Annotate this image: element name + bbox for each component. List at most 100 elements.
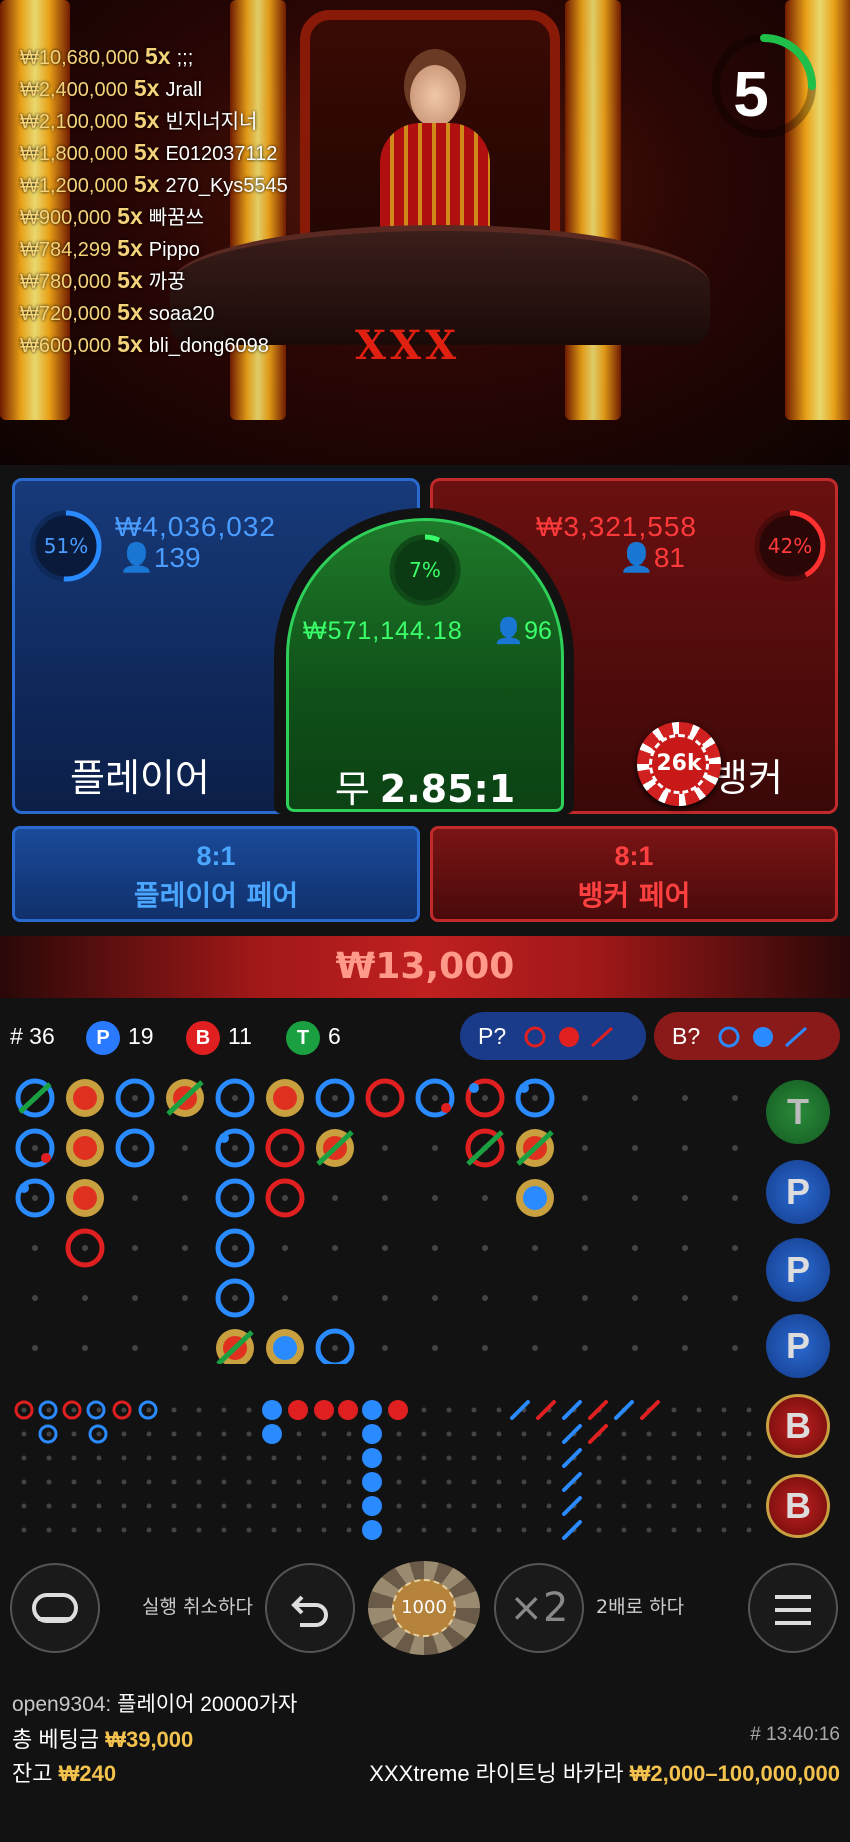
winner-row: ₩720,000 5x soaa20 [20,296,288,328]
winner-user: soaa20 [148,303,215,325]
winner-mult: 5x [117,203,143,229]
chip-value: 1000 [392,1579,456,1637]
player-label: 플레이어 [70,758,210,800]
winner-amount: ₩2,400,000 [20,79,128,101]
placed-chip: 26k [637,722,721,806]
winner-row: ₩784,299 5x Pippo [20,232,288,264]
banker-pair-spot[interactable]: 8:1 뱅커 페어 [430,826,838,922]
balance: 잔고 ₩240 [12,1761,117,1786]
game-name: XXXtreme 라이트닝 바카라 [369,1761,624,1786]
winner-amount: ₩600,000 [20,335,112,357]
bead-road [0,1068,850,1364]
winner-mult: 5x [133,171,160,197]
winner-amount: ₩1,800,000 [20,143,128,165]
winner-user: ;;; [176,47,194,69]
predict-banker-button[interactable]: B [766,1394,830,1458]
predict-player-button[interactable]: P [766,1314,830,1378]
table-icon [32,1593,78,1623]
chip-selector[interactable]: 1000 [368,1561,480,1655]
winner-row: ₩2,100,000 5x 빈지너지너 [20,104,288,136]
winner-user: 빈지너지너 [165,111,258,133]
winner-mult: 5x [117,267,143,293]
player-pair-label: 플레이어 페어 [133,879,299,912]
winner-row: ₩10,680,000 5x;;; [20,40,288,72]
player-predict-button[interactable]: P? [460,1012,646,1060]
big-road-grid [15,1078,738,1364]
winner-row: ₩1,200,000 5x 270_Kys5545 [20,168,288,200]
banker-pair-label: 뱅커 페어 [577,879,691,912]
player-bettor-count: 👤139 [119,542,201,573]
tie-bettor-count: 👤96 [493,617,552,645]
tie-odds: 2.85:1 [379,767,516,811]
winner-user: E012037112 [165,143,278,165]
winner-mult: 5x [133,139,160,165]
double-label: 2배로 하다 [596,1596,685,1618]
banker-percent: 42% [767,534,813,558]
decor-pillar [565,0,621,420]
table-logo: XXX [355,322,461,369]
winner-amount: ₩10,680,000 [20,47,139,69]
hamburger-icon [775,1595,811,1625]
player-total-amount: ₩4,036,032 [115,511,276,542]
derived-roads [0,1384,760,1544]
banker-badge-icon: B [186,1020,220,1055]
winner-mult: 5x [133,107,160,133]
round-count: # 36 [10,1023,55,1049]
undo-label: 실행 취소하다 [142,1596,253,1618]
live-video: XXX ₩10,680,000 5x;;; ₩2,400,000 5x Jrall ₩2,… [0,0,850,465]
winner-row: ₩1,800,000 5x E012037112 [20,136,288,168]
menu-button[interactable] [748,1563,838,1653]
user-icon: 👤 [618,542,654,573]
winner-user: bli_dong6098 [148,335,269,357]
winner-mult: 5x [117,331,143,357]
player-pair-spot[interactable]: 8:1 플레이어 페어 [12,826,420,922]
predict-player-button[interactable]: P [766,1160,830,1224]
undo-button[interactable] [265,1563,355,1653]
game-info: XXXtreme 라이트닝 바카라 ₩2,000–100,000,000 [369,1756,840,1788]
winner-mult: 5x [133,75,160,101]
predict-icons [524,1026,614,1048]
dealer [380,65,490,235]
player-win-count: P 19 [86,1018,154,1055]
countdown-timer: 5 [733,58,769,130]
tie-total-amount: ₩571,144.18 [303,617,463,645]
undo-icon [291,1595,328,1627]
player-pair-odds: 8:1 [196,841,236,871]
tie-percent: 7% [409,558,441,582]
chat-text: 플레이어 20000가자 [117,1693,298,1716]
winner-user: Jrall [165,79,203,101]
predict-banker-button[interactable]: B [766,1474,830,1538]
predict-icons [718,1026,808,1048]
total-bet-bar: ₩13,000 [0,936,850,998]
predict-player-button[interactable]: P [766,1238,830,1302]
tie-label: 무 2.85:1 [334,767,516,811]
predict-tie-button[interactable]: T [766,1080,830,1144]
banker-total-amount: ₩3,321,558 [536,511,697,542]
winner-mult: 5x [117,299,143,325]
table-view-button[interactable] [10,1563,100,1653]
tie-count: T6 [286,1018,341,1055]
round-time: # 13:40:16 [750,1724,840,1745]
winner-amount: ₩780,000 [20,271,112,293]
winner-amount: ₩784,299 [20,239,112,261]
double-button[interactable]: ×2 [494,1563,584,1653]
winner-row: ₩900,000 5x 빠꿈쓰 [20,200,288,232]
banker-predict-button[interactable]: B? [654,1012,840,1060]
banker-bettor-count: 👤81 [618,542,685,573]
winner-user: 빠꿈쓰 [148,207,204,229]
bet-limits: ₩2,000–100,000,000 [629,1761,840,1786]
winner-row: ₩2,400,000 5x Jrall [20,72,288,104]
derived-roads-grid [14,1400,752,1540]
user-icon: 👤 [119,542,154,573]
winner-mult: 5x [144,43,171,69]
banker-pair-odds: 8:1 [614,841,654,871]
winner-amount: ₩720,000 [20,303,112,325]
user-icon: 👤 [493,617,525,645]
chat-message: open9304: 플레이어 20000가자 [12,1688,297,1718]
player-badge-icon: P [86,1020,120,1055]
winner-user: 까꿍 [148,271,186,293]
banker-label: 뱅커 [713,758,783,800]
winner-mult: 5x [117,235,143,261]
winner-amount: ₩900,000 [20,207,112,229]
chat-user: open9304: [12,1693,112,1716]
